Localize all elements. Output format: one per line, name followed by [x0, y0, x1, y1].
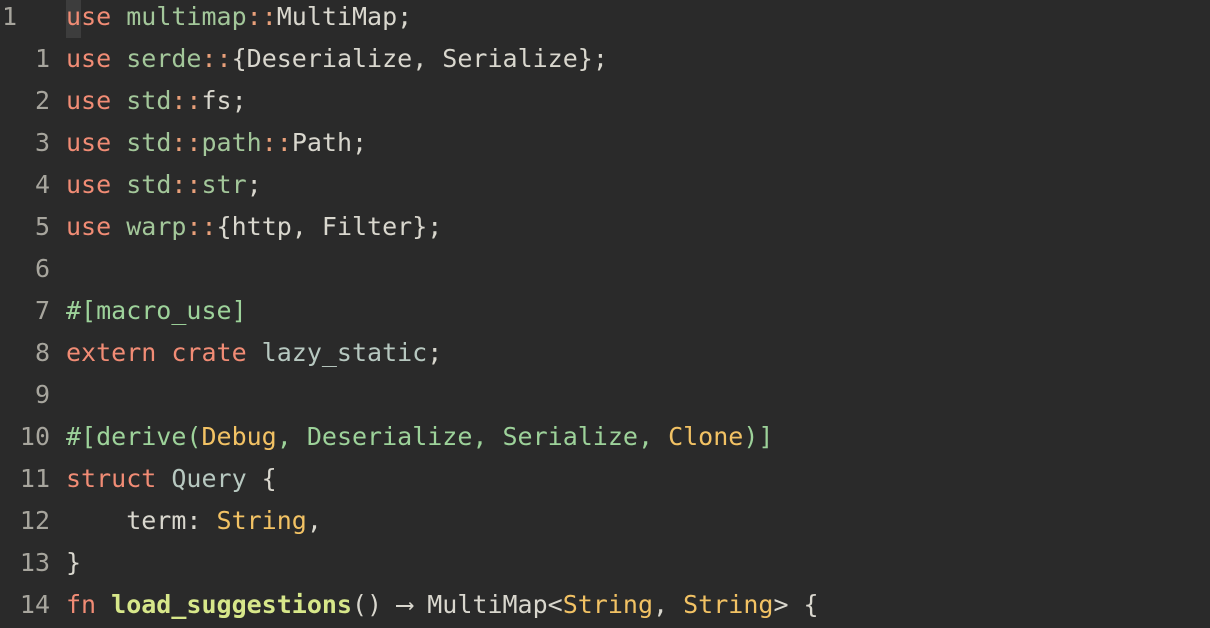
code-token: :: [201, 44, 232, 73]
code-text[interactable]: #[derive(Debug, Deserialize, Serialize, … [66, 416, 773, 458]
code-token: multimap [126, 2, 247, 31]
code-token: fn [66, 590, 112, 619]
code-text[interactable]: struct Query { [66, 458, 277, 500]
code-line[interactable]: 7 #[macro_use] [0, 290, 1210, 332]
code-token: , [306, 506, 322, 535]
code-editor[interactable]: 1 use multimap::MultiMap; 1 use serde::{Des… [0, 0, 1210, 628]
code-token: extern crate [66, 338, 262, 367]
code-line[interactable]: 1 use serde::{Deserialize, Serialize}; [0, 38, 1210, 80]
relative-line-number: 13 [19, 548, 50, 577]
code-token: str [201, 170, 247, 199]
code-token: Path; [291, 128, 368, 157]
code-token: :: [186, 212, 217, 241]
code-token: { [246, 464, 277, 493]
code-token: load_suggestions [111, 590, 352, 619]
code-token: :: [171, 86, 202, 115]
code-text[interactable]: use std::fs; [66, 80, 247, 122]
absolute-line-number: 1 [2, 2, 18, 31]
relative-line-number: 1 [34, 44, 50, 73]
code-line[interactable]: 3 use std::path::Path; [0, 122, 1210, 164]
code-token: std [126, 128, 172, 157]
code-text[interactable]: use std::str; [66, 164, 262, 206]
code-token: String [216, 506, 307, 535]
code-token: use [66, 86, 127, 115]
code-token: term: [66, 506, 217, 535]
code-token: {Deserialize, Serialize}; [231, 44, 608, 73]
relative-line-number: 5 [34, 212, 50, 241]
code-token: lazy_static [261, 338, 428, 367]
code-token: se [81, 2, 127, 31]
code-line[interactable]: 8 extern crate lazy_static; [0, 332, 1210, 374]
code-token: :: [246, 2, 277, 31]
code-line[interactable]: 2 use std::fs; [0, 80, 1210, 122]
relative-line-number: 6 [34, 254, 50, 283]
code-line[interactable]: 10 #[derive(Debug, Deserialize, Serialize… [0, 416, 1210, 458]
code-line[interactable]: 5 use warp::{http, Filter}; [0, 206, 1210, 248]
code-token: use [66, 170, 127, 199]
code-text[interactable]: use std::path::Path; [66, 122, 367, 164]
code-token: String [562, 590, 654, 619]
code-token: use [66, 128, 127, 157]
relative-line-number: 7 [34, 296, 50, 325]
code-token: )] [743, 422, 774, 451]
code-token: > { [773, 590, 819, 619]
code-text[interactable]: use multimap::MultiMap; [66, 0, 412, 38]
code-line[interactable]: 14 fn load_suggestions() ⟶ MultiMap<Strin… [0, 584, 1210, 626]
code-token: use [66, 212, 127, 241]
text-cursor: u [66, 0, 82, 38]
code-token: :: [171, 128, 202, 157]
code-line[interactable]: 13} [0, 542, 1210, 584]
code-token: #[derive( [66, 422, 202, 451]
relative-line-number: 11 [19, 464, 50, 493]
code-text[interactable]: use warp::{http, Filter}; [66, 206, 442, 248]
code-line[interactable]: 11 struct Query { [0, 458, 1210, 500]
code-text[interactable]: #[macro_use] [66, 290, 247, 332]
code-token: } [66, 548, 82, 577]
code-token: struct [66, 464, 172, 493]
code-token: String [683, 590, 774, 619]
code-line[interactable]: 4 use std::str; [0, 164, 1210, 206]
code-token: ; [246, 170, 262, 199]
code-token: Clone [668, 422, 744, 451]
code-token: fs; [201, 86, 247, 115]
code-token: serde [126, 44, 202, 73]
code-token: std [126, 170, 172, 199]
relative-line-number: 2 [34, 86, 50, 115]
code-token: :: [171, 170, 202, 199]
code-token: () ⟶ MultiMap< [351, 590, 563, 619]
relative-line-number: 9 [34, 380, 50, 409]
code-token: MultiMap; [276, 2, 413, 31]
relative-line-number: 4 [34, 170, 50, 199]
code-text[interactable]: fn load_suggestions() ⟶ MultiMap<String,… [66, 584, 819, 626]
code-line[interactable]: 1 use multimap::MultiMap; [0, 0, 1210, 38]
code-token: Query [171, 464, 247, 493]
code-token: std [126, 86, 172, 115]
relative-line-number: 10 [19, 422, 50, 451]
code-token: , Deserialize, Serialize, [276, 422, 669, 451]
relative-line-number: 8 [34, 338, 50, 367]
relative-line-number: 3 [34, 128, 50, 157]
code-token: #[macro_use] [66, 296, 247, 325]
relative-line-number: 14 [19, 590, 50, 619]
code-token: Debug [201, 422, 277, 451]
code-text[interactable]: } [66, 542, 81, 584]
code-token: {http, Filter}; [216, 212, 443, 241]
code-token: ; [427, 338, 443, 367]
relative-line-number: 12 [19, 506, 50, 535]
code-text[interactable]: extern crate lazy_static; [66, 332, 442, 374]
code-token: warp [126, 212, 187, 241]
code-token: , [653, 590, 684, 619]
code-token: :: [261, 128, 292, 157]
code-line[interactable]: 6 [0, 248, 1210, 290]
code-text[interactable]: use serde::{Deserialize, Serialize}; [66, 38, 608, 80]
code-token: path [201, 128, 262, 157]
code-text[interactable]: term: String, [66, 500, 322, 542]
code-line[interactable]: 12 term: String, [0, 500, 1210, 542]
code-line[interactable]: 9 [0, 374, 1210, 416]
code-token: use [66, 44, 127, 73]
